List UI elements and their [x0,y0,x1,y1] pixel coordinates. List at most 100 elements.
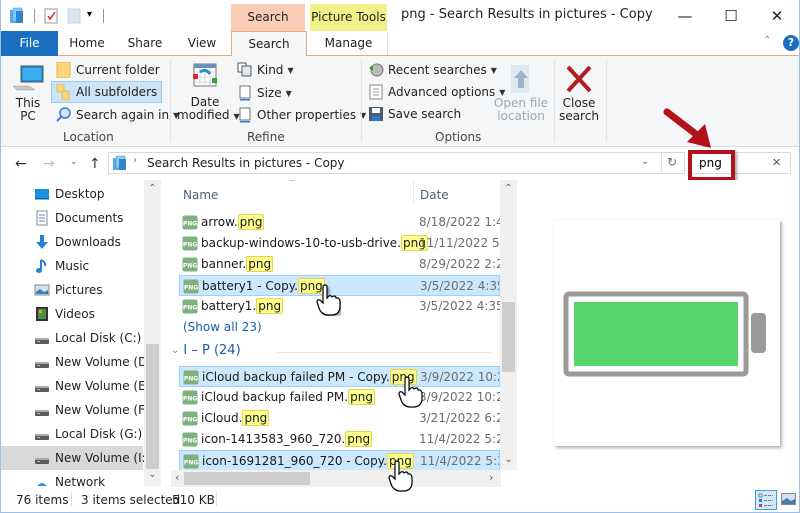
up-button[interactable]: ↑ [89,156,101,172]
file-row[interactable]: PNG iCloud backup failed PM - Copy. png 3/9… [179,366,500,387]
nav-item-local-disk-c[interactable]: Local Disk (C:) [1,326,143,350]
other-properties-button[interactable]: Other properties ▼ [237,105,366,125]
file-list-vertical-scrollbar[interactable]: ⌃ ⌄ [500,180,517,470]
tab-share[interactable]: Share [119,31,171,56]
file-row[interactable]: PNG arrow.png 8/18/2022 1:49 PM [179,212,500,233]
forward-button[interactable]: → [43,156,55,172]
recent-locations-icon[interactable]: ⌄ [70,157,78,167]
show-all-link[interactable]: (Show all 23) [183,320,262,334]
column-header-name[interactable]: Name [183,188,218,202]
ribbon: This PC Current folder All subfolders Se… [1,56,799,148]
file-row[interactable]: PNG banner.png 8/29/2022 2:24 PM [179,254,500,275]
save-search-button[interactable]: Save search [368,104,461,124]
nav-item-label: New Volume (E:) [55,379,155,393]
search-again-in-label: Search again in [76,108,170,122]
maximize-button[interactable]: ☐ [708,0,754,31]
kind-icon [237,62,252,77]
scroll-down-icon[interactable]: ⌄ [500,454,517,465]
address-dropdown-icon[interactable]: ⌄ [641,156,649,167]
videos-icon [34,306,50,322]
computer-icon [12,65,44,91]
customize-quick-access-icon[interactable]: ▾ [87,9,92,27]
large-icons-view-button[interactable] [781,490,800,510]
tab-view[interactable]: View [177,31,227,56]
clear-search-icon[interactable]: ✕ [772,156,781,169]
nav-item-music[interactable]: Music [1,254,143,278]
details-view-button[interactable] [755,490,777,510]
nav-item-new-volume-f[interactable]: New Volume (F:) [1,398,153,422]
address-bar[interactable]: › Search Results in pictures - Copy ⌄ ↻ [108,152,685,174]
file-row[interactable]: PNG iCloud.png 3/21/2022 6:29 PM [179,408,500,429]
tab-home[interactable]: Home [61,31,113,56]
search-match-highlight: png [242,410,270,426]
tab-search[interactable]: Search [231,31,307,57]
open-file-location-button[interactable]: Open file location [493,64,549,123]
file-row[interactable]: PNG icon-1691281_960_720 - Copy. png 11/4/2… [179,450,500,471]
nav-item-new-volume-d[interactable]: New Volume (D:) [1,350,156,374]
properties-icon[interactable] [44,7,58,25]
back-button[interactable]: ← [15,156,27,172]
scrollbar-thumb[interactable] [184,472,310,485]
title-bar: ▾ Search Tools Picture Tools png - Searc… [1,0,800,51]
date-modified-button[interactable]: Date modified ▼ [177,62,240,123]
scrollbar-thumb[interactable] [146,344,159,469]
file-row[interactable]: PNG iCloud backup failed PM. png 3/9/2022 1… [179,387,500,408]
file-row[interactable]: PNG icon-1413583_960_720. png 11/4/2022 5:2… [179,429,500,450]
group-header[interactable]: ⌄ I – P (24) [171,343,241,358]
file-list-horizontal-scrollbar[interactable]: ‹ › [171,470,501,487]
search-again-in-button[interactable]: Search again in ▼ [53,105,182,125]
new-folder-icon[interactable] [67,7,81,25]
minimize-button[interactable]: — [662,0,708,31]
nav-item-videos[interactable]: Videos [1,302,143,326]
breadcrumb-path[interactable]: Search Results in pictures - Copy [147,156,345,170]
size-icon [239,85,251,101]
all-subfolders-button[interactable]: All subfolders [51,81,163,103]
file-name: banner. png [201,256,274,272]
scroll-up-icon[interactable]: ⌃ [144,183,161,194]
collapse-group-icon[interactable]: ⌄ [171,345,179,356]
group-header-label: I – P (24) [183,343,241,358]
scroll-up-icon[interactable]: ⌃ [500,183,517,194]
search-match-highlight: png [256,298,284,314]
divider [216,492,217,506]
column-divider[interactable] [413,180,414,204]
nav-item-documents[interactable]: Documents [1,206,143,230]
divider [276,352,491,353]
help-icon[interactable]: ? [783,35,799,51]
nav-item-network[interactable]: Network [1,470,143,486]
nav-pane-scrollbar[interactable]: ⌃ ⌄ [144,180,161,486]
search-tools-context: Search Tools [231,4,305,51]
nav-item-new-volume-e[interactable]: New Volume (E:) [1,374,154,398]
nav-item-downloads[interactable]: Downloads [1,230,143,254]
tab-manage[interactable]: Manage [310,31,387,56]
sort-ascending-icon: ⌃ [288,180,297,189]
recent-searches-button[interactable]: Recent searches ▼ [368,60,497,80]
nav-item-desktop[interactable]: Desktop [1,182,143,206]
kind-button[interactable]: Kind ▼ [237,60,294,80]
file-row[interactable]: PNG backup-windows-10-to-usb-drive. png 11/… [179,233,500,254]
column-header-date[interactable]: Date [420,188,449,202]
file-base-name: icon-1691281_960_720 - Copy [202,454,384,468]
nav-item-new-volume-i[interactable]: New Volume (I:) [1,446,150,470]
nav-item-local-disk-g[interactable]: Local Disk (G:) [1,422,143,446]
advanced-options-button[interactable]: Advanced options ▼ [368,82,505,102]
scroll-left-icon[interactable]: ‹ [175,471,179,484]
nav-item-pictures[interactable]: Pictures [1,278,143,302]
file-name: arrow. png [201,214,265,230]
size-button[interactable]: Size ▼ [237,83,292,103]
current-folder-button[interactable]: Current folder [53,60,163,80]
close-button[interactable]: ✕ [754,0,800,31]
picture-tools-label: Picture Tools [311,10,386,24]
tab-file[interactable]: File [1,31,58,56]
scrollbar-thumb[interactable] [502,302,515,372]
refresh-icon[interactable]: ↻ [667,155,677,169]
file-date: 11/4/2022 5:31 PM [420,454,499,468]
this-pc-button[interactable]: This PC [11,64,45,123]
scroll-right-icon[interactable]: › [489,471,493,484]
scroll-down-icon[interactable]: ⌄ [144,469,161,480]
nav-item-label: Music [55,259,90,273]
close-search-button[interactable]: Close search [558,64,600,123]
hand-cursor-icon [316,284,341,316]
nav-item-label: New Volume (I:) [55,451,151,465]
collapse-ribbon-icon[interactable]: ⌃ [763,35,771,46]
